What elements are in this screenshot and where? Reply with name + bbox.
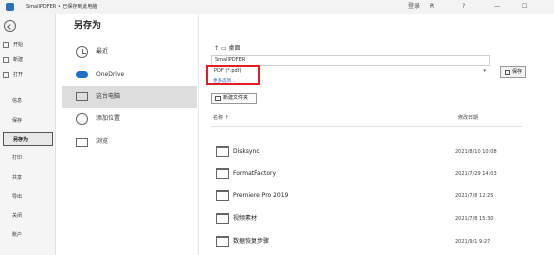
chevron-down-icon: ▾: [483, 68, 486, 74]
location-add-place[interactable]: 添加位置: [62, 108, 197, 130]
nav-close[interactable]: 关闭: [3, 209, 53, 223]
clock-icon: [76, 46, 88, 58]
new-folder-button[interactable]: 新建文件夹: [211, 93, 257, 104]
nav-save[interactable]: 保存: [3, 114, 53, 128]
highlight-box: [206, 65, 260, 85]
maximize-button[interactable]: ☐: [522, 0, 527, 14]
cloud-icon: [76, 71, 88, 78]
backstage-nav: 开始 新建 打开 信息 保存 另存为 打印 共享 导出 关闭 账户: [0, 14, 56, 255]
breadcrumb[interactable]: ↑ ▭ 桌面: [214, 43, 241, 52]
folder-icon: ▭: [220, 45, 227, 52]
location-onedrive[interactable]: OneDrive: [62, 64, 197, 86]
file-row[interactable]: Disksync 2021/8/10 10:08: [211, 141, 522, 163]
nav-export[interactable]: 导出: [3, 190, 53, 204]
file-row[interactable]: FormatFactory 2021/7/29 14:03: [211, 163, 522, 185]
file-row[interactable]: Premiere Pro 2019 2021/7/8 12:25: [211, 185, 522, 207]
window-title: SmallPDFER • 已保存到此电脑: [26, 4, 98, 10]
folder-icon: [76, 138, 88, 147]
folder-icon: [216, 213, 229, 224]
nav-info[interactable]: 信息: [3, 94, 53, 108]
save-icon: [505, 70, 510, 75]
login-button[interactable]: 登录: [408, 0, 420, 14]
pen-icon[interactable]: Ꞧ: [430, 0, 434, 14]
globe-icon: [76, 113, 88, 125]
page-title: 另存为: [74, 21, 102, 31]
nav-save-as[interactable]: 另存为: [3, 132, 53, 146]
folder-icon: [216, 146, 229, 157]
nav-print[interactable]: 打印: [3, 151, 53, 165]
column-header-date[interactable]: 修改日期: [458, 114, 478, 121]
column-header-name[interactable]: 名称 ↑: [213, 114, 229, 121]
file-row[interactable]: 视频素材 2021/7/8 15:30: [211, 208, 522, 230]
folder-icon: [216, 236, 229, 247]
location-recent[interactable]: 最近: [62, 41, 197, 63]
header-divider: [211, 126, 522, 127]
folder-icon: [216, 168, 229, 179]
title-bar: SmallPDFER • 已保存到此电脑 登录 Ꞧ ? — ☐: [0, 0, 554, 14]
nav-open[interactable]: 打开: [3, 68, 53, 82]
nav-start[interactable]: 开始: [3, 38, 53, 52]
home-icon: [3, 42, 9, 48]
file-row[interactable]: 数据恢复步骤 2021/9/1 9:27: [211, 231, 522, 253]
folder-icon: [216, 190, 229, 201]
pane-divider: [198, 14, 199, 255]
help-icon[interactable]: ?: [462, 0, 465, 14]
back-arrow-icon[interactable]: [4, 20, 16, 32]
location-browse[interactable]: 浏览: [62, 131, 197, 153]
location-this-pc[interactable]: 这台电脑: [62, 86, 197, 108]
computer-icon: [76, 92, 88, 101]
save-button[interactable]: 保存: [500, 66, 526, 78]
new-doc-icon: [3, 57, 9, 63]
open-folder-icon: [3, 72, 9, 78]
minimize-button[interactable]: —: [494, 0, 500, 14]
new-folder-icon: [215, 96, 221, 101]
nav-share[interactable]: 共享: [3, 171, 53, 185]
nav-new[interactable]: 新建: [3, 53, 53, 67]
app-icon: [6, 3, 14, 11]
nav-account[interactable]: 账户: [3, 228, 53, 242]
up-arrow-icon[interactable]: ↑: [214, 45, 219, 52]
